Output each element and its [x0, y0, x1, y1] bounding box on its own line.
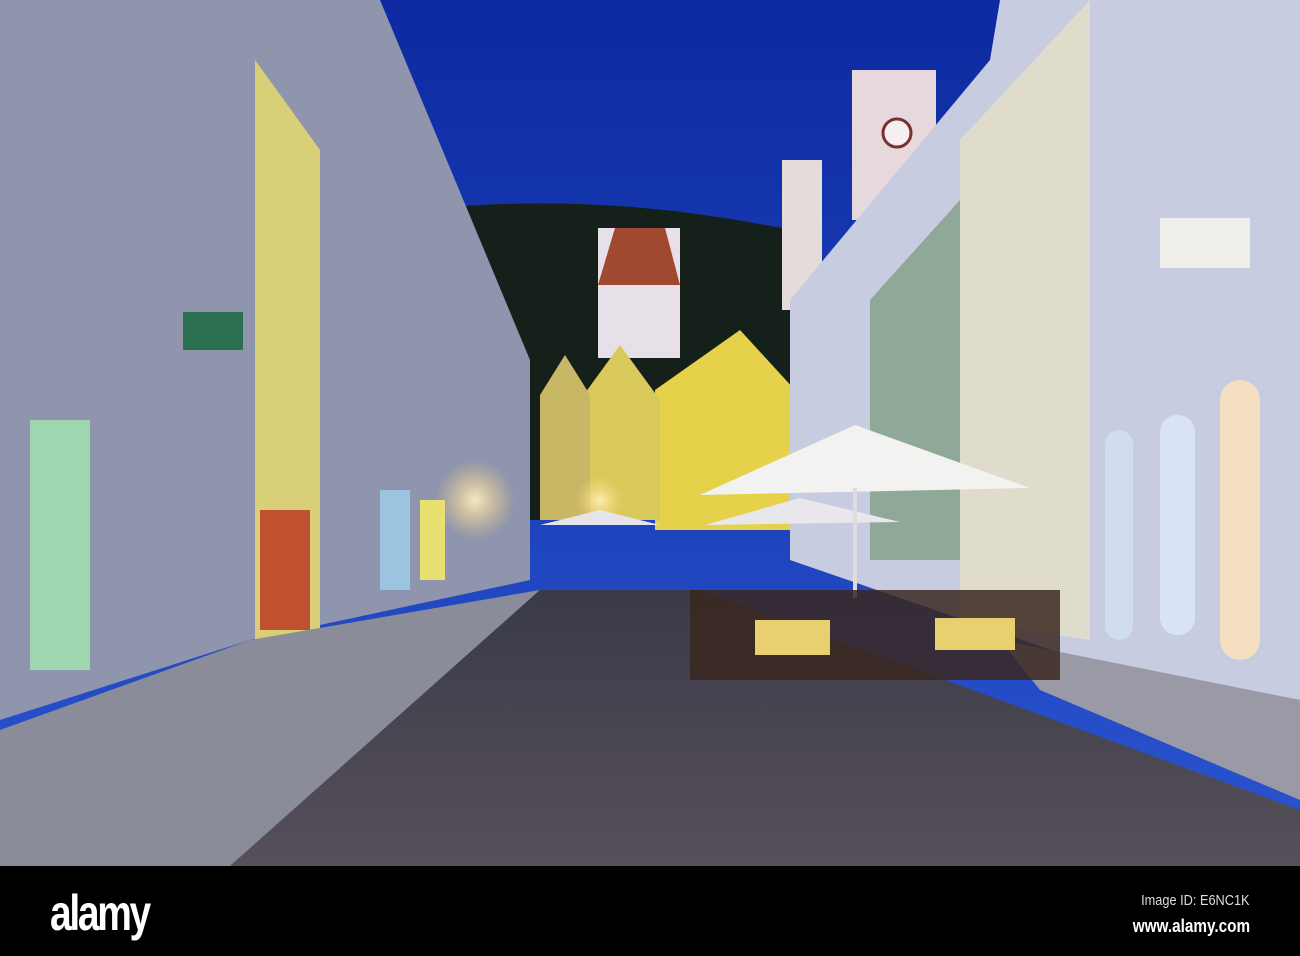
shop-window	[30, 420, 90, 670]
alamy-logo: alamy	[50, 885, 151, 941]
arched-window	[1105, 430, 1133, 640]
site-url: www.alamy.com	[1132, 916, 1250, 936]
clock-icon	[881, 117, 913, 149]
hanging-sign	[1160, 218, 1250, 268]
street-scene-photo	[0, 0, 1300, 866]
stock-photo: alamy Image ID: E6NC1K www.alamy.com	[0, 0, 1300, 956]
street-light-glow	[435, 460, 515, 540]
green-sign	[183, 312, 243, 350]
tablecloth	[755, 620, 830, 655]
tablecloth	[935, 618, 1015, 650]
shop-window	[260, 510, 310, 630]
watermark-bar: alamy Image ID: E6NC1K www.alamy.com	[0, 866, 1300, 956]
image-id: Image ID: E6NC1K	[1141, 892, 1250, 909]
shop-window	[380, 490, 410, 590]
umbrella-pole	[853, 488, 857, 598]
arched-door	[1220, 380, 1260, 660]
arched-window	[1160, 415, 1195, 635]
